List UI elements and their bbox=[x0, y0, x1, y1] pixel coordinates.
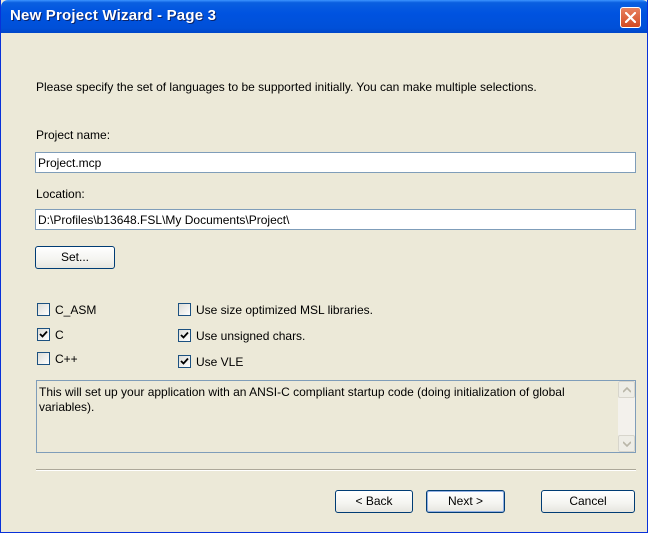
check-mark-icon bbox=[39, 330, 48, 338]
instructions-text: Please specify the set of languages to b… bbox=[36, 80, 537, 94]
check-mark-icon bbox=[180, 331, 189, 339]
location-input[interactable]: D:\Profiles\b13648.FSL\My Documents\Proj… bbox=[35, 209, 636, 230]
checkbox-label: Use VLE bbox=[196, 355, 244, 369]
checkbox-label: C++ bbox=[55, 352, 78, 366]
scroll-down-button[interactable] bbox=[618, 435, 635, 452]
set-button[interactable]: Set... bbox=[35, 246, 115, 269]
close-x-icon bbox=[625, 12, 636, 23]
title-bar[interactable]: New Project Wizard - Page 3 bbox=[1, 0, 647, 33]
description-text: This will set up your application with a… bbox=[39, 385, 565, 414]
checkbox-box bbox=[178, 329, 191, 342]
checkbox-label: C bbox=[55, 328, 64, 342]
project-name-label: Project name: bbox=[36, 128, 111, 142]
scroll-up-button[interactable] bbox=[618, 381, 635, 398]
scroll-down-arrow-icon bbox=[623, 441, 631, 447]
window-title: New Project Wizard - Page 3 bbox=[10, 7, 217, 24]
checkbox-box bbox=[178, 303, 191, 316]
wizard-content: Please specify the set of languages to b… bbox=[1, 33, 647, 532]
close-button[interactable] bbox=[620, 7, 641, 28]
checkbox-box bbox=[37, 303, 50, 316]
check-mark-icon bbox=[180, 357, 189, 365]
checkbox-label: Use size optimized MSL libraries. bbox=[196, 303, 373, 317]
description-textarea[interactable]: This will set up your application with a… bbox=[36, 380, 636, 453]
checkbox-label: Use unsigned chars. bbox=[196, 329, 306, 343]
next-button[interactable]: Next > bbox=[426, 490, 505, 513]
checkbox-box bbox=[37, 328, 50, 341]
back-button[interactable]: < Back bbox=[335, 490, 413, 513]
project-name-input[interactable]: Project.mcp bbox=[35, 152, 636, 173]
scroll-up-arrow-icon bbox=[623, 387, 631, 393]
description-scrollbar[interactable] bbox=[618, 381, 635, 452]
cancel-button[interactable]: Cancel bbox=[541, 490, 635, 513]
wizard-window: New Project Wizard - Page 3 Please speci… bbox=[0, 0, 648, 533]
checkbox-box bbox=[178, 355, 191, 368]
location-label: Location: bbox=[36, 187, 85, 201]
checkbox-label: C_ASM bbox=[55, 303, 97, 317]
checkbox-box bbox=[37, 352, 50, 365]
button-separator bbox=[36, 469, 636, 471]
